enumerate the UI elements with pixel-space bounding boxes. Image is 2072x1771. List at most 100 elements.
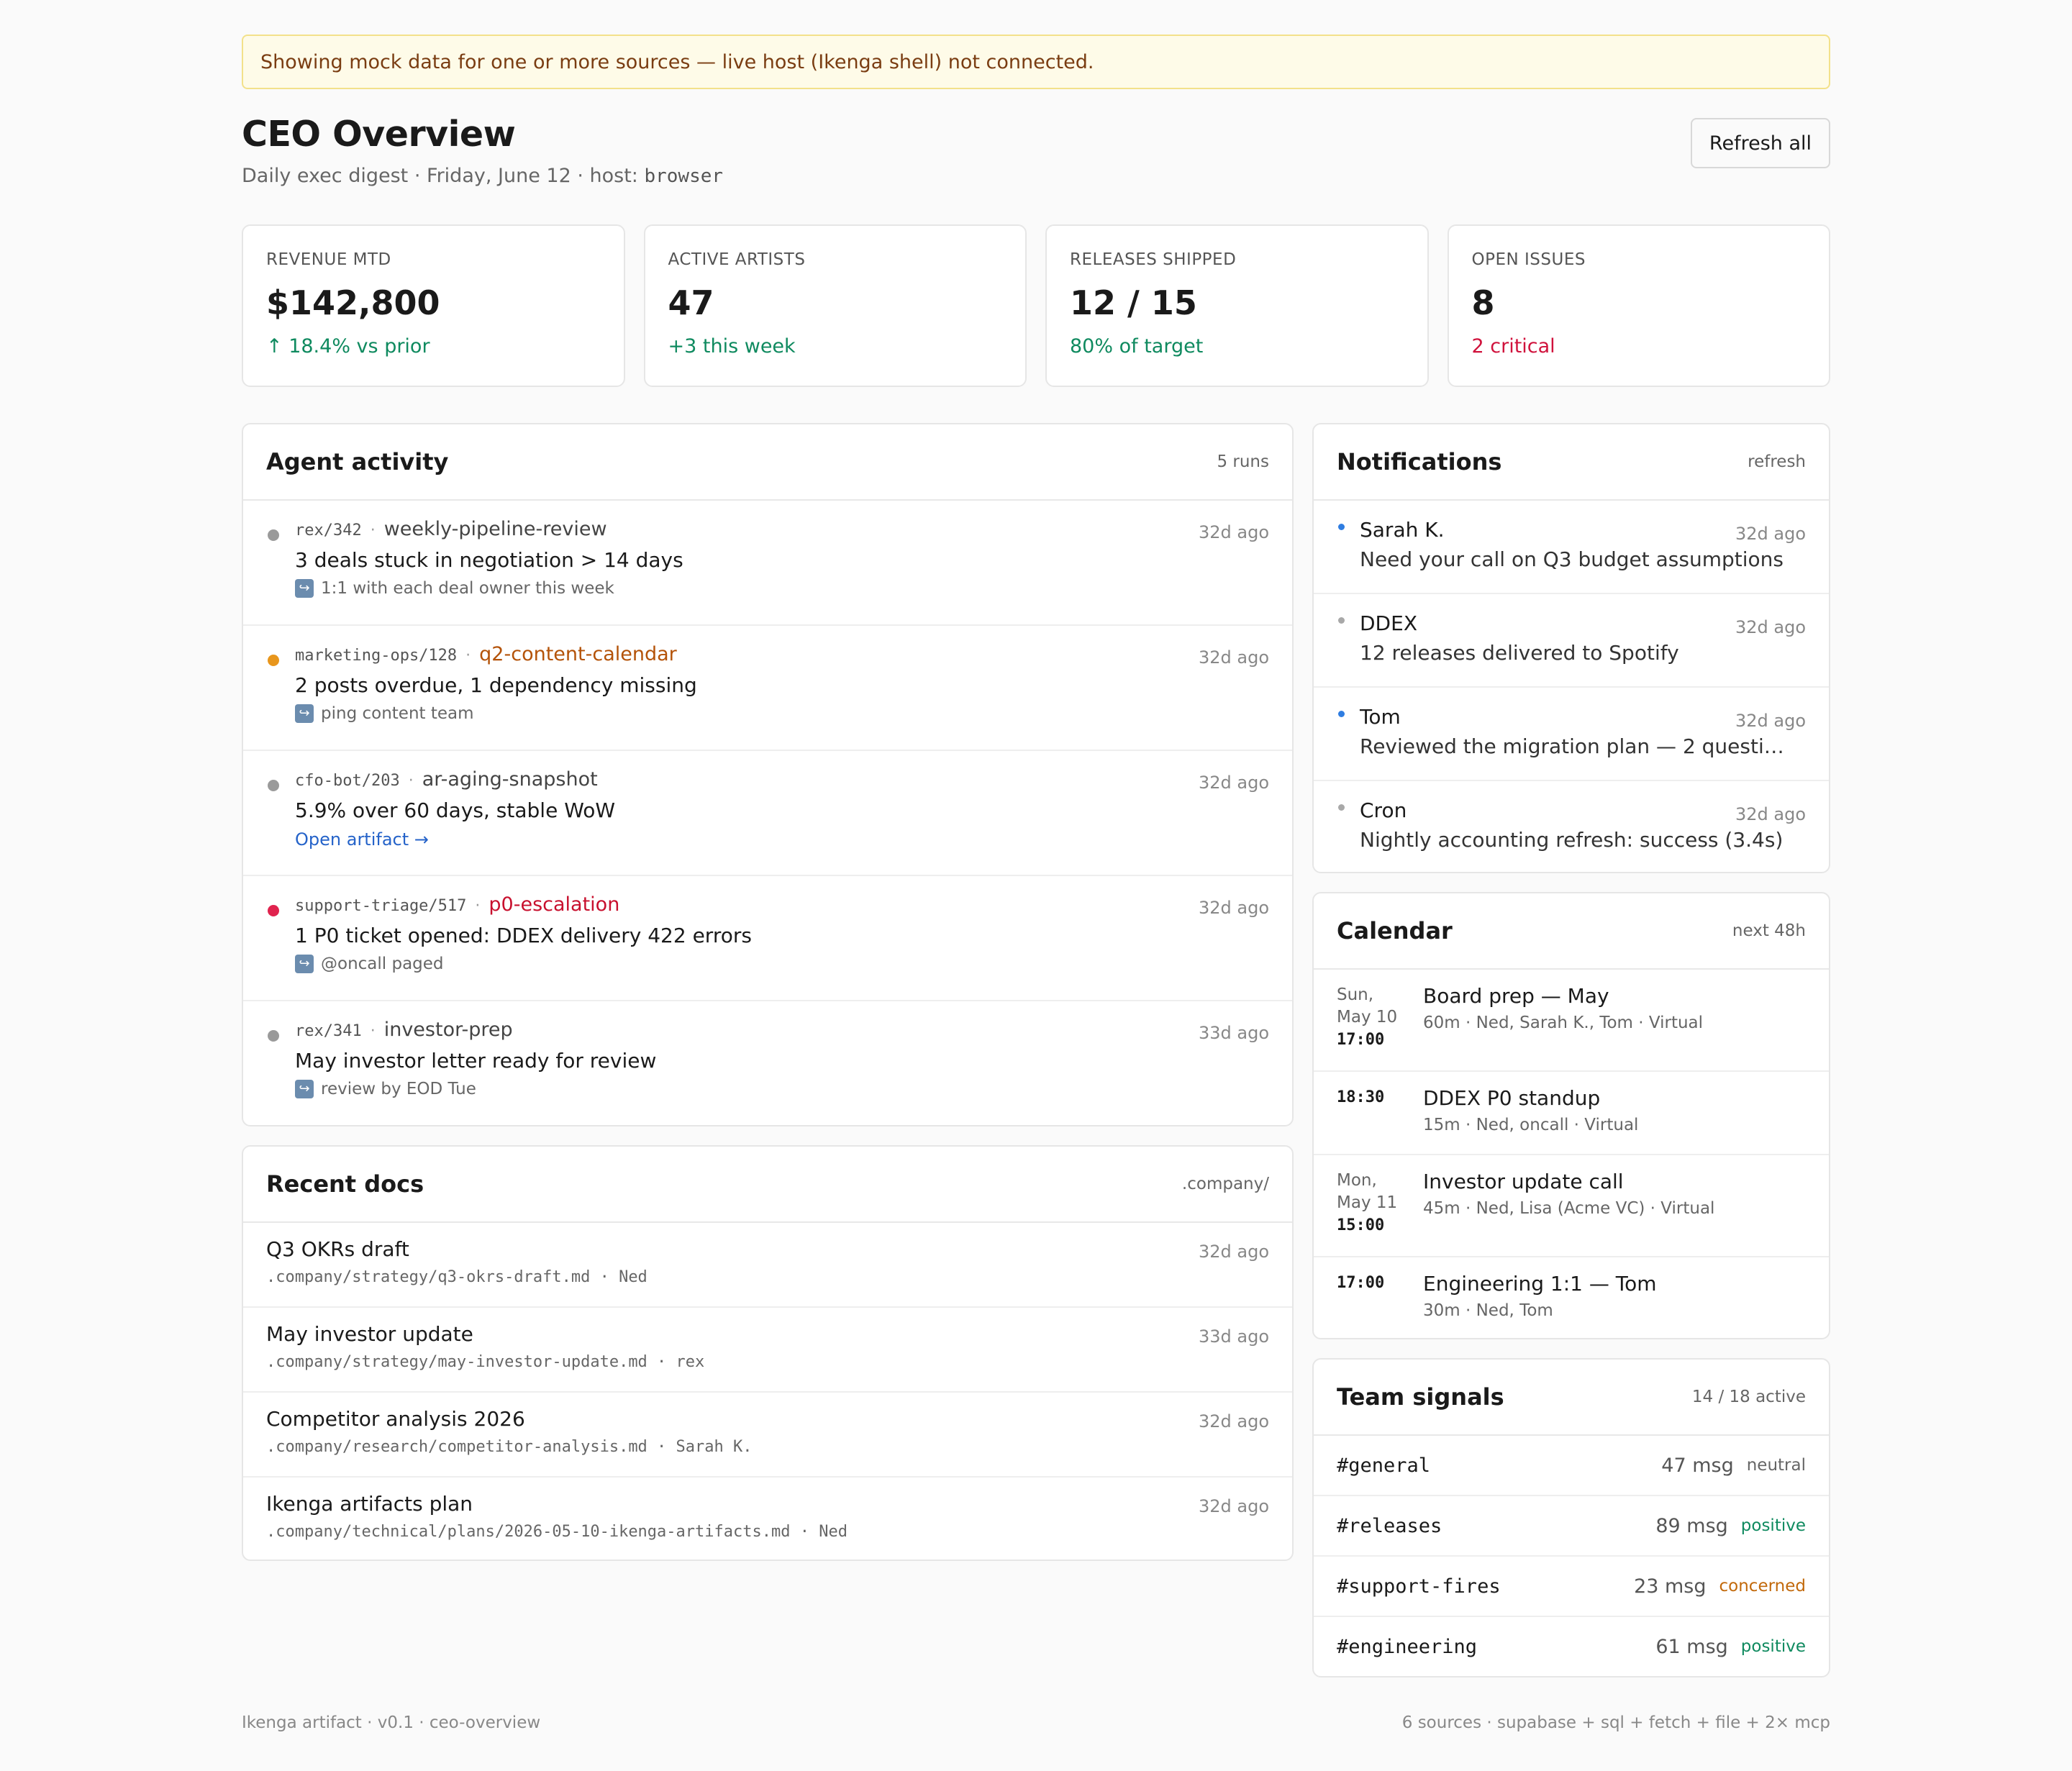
card-header: Calendar next 48h [1314,893,1829,970]
channel-name: #support-fires [1337,1575,1501,1598]
doc-title: May investor update [266,1322,473,1346]
status-dot [268,655,279,666]
agent-id: marketing-ops/128 [295,647,458,665]
status-dot [268,905,279,916]
followup-text: review by EOD Tue [321,1080,476,1098]
stat-value: 12 / 15 [1070,283,1197,322]
banner-text: Showing mock data for one or more source… [260,50,1094,73]
calendar-event[interactable]: 18:30 DDEX P0 standup 15m · Ned, oncall … [1314,1072,1829,1155]
event-details: 60m · Ned, Sarah K., Tom · Virtual [1423,1014,1704,1032]
agent-run[interactable]: rex/341 · investor-prep 33d ago May invest… [243,1001,1292,1125]
notification-item[interactable]: Tom Reviewed the migration plan — 2 ques… [1314,688,1829,781]
active-count: 14 / 18 active [1691,1388,1806,1406]
recent-docs-card: Recent docs .company/ Q3 OKRs draft .com… [242,1145,1294,1561]
status-dot [268,1030,279,1042]
sentiment-label: positive [1740,1637,1806,1656]
notification-time: 32d ago [1735,711,1806,731]
channel-row[interactable]: #engineering 61 msg positive [1314,1617,1829,1676]
task-name: q2-content-calendar [479,643,677,665]
doc-path: .company/strategy/q3-okrs-draft.md · Ned [266,1268,648,1286]
event-day: Sun, [1337,985,1374,1004]
doc-path: .company/technical/plans/2026-05-10-iken… [266,1523,848,1541]
notification-time: 32d ago [1735,524,1806,544]
doc-item[interactable]: Q3 OKRs draft .company/strategy/q3-okrs-… [243,1223,1292,1308]
followup-text: ping content team [321,704,474,723]
task-name: investor-prep [383,1019,513,1041]
notification-item[interactable]: Cron Nightly accounting refresh: success… [1314,781,1829,872]
channel-row[interactable]: #general 47 msg neutral [1314,1436,1829,1496]
notification-text: Reviewed the migration plan — 2 question… [1360,734,1794,758]
open-artifact-link[interactable]: Open artifact → [295,829,429,850]
notification-item[interactable]: Sarah K. Need your call on Q3 budget ass… [1314,501,1829,594]
agent-id: rex/341 [295,1022,362,1040]
page-footer: Ikenga artifact · v0.1 · ceo-overview 6 … [242,1713,1830,1732]
run-summary: 5.9% over 60 days, stable WoW [295,798,616,822]
agent-run[interactable]: marketing-ops/128 · q2-content-calendar 32… [243,626,1292,751]
agent-id: cfo-bot/203 [295,772,400,790]
channel-name: #engineering [1337,1635,1478,1658]
agent-run[interactable]: support-triage/517 · p0-escalation 32d ago… [243,876,1292,1001]
doc-item[interactable]: May investor update .company/strategy/ma… [243,1308,1292,1393]
event-when: 17:00 [1337,1272,1416,1294]
card-title: Agent activity [266,448,449,475]
page-subtitle: Daily exec digest · Friday, June 12 · ho… [242,165,1830,187]
status-dot [268,780,279,791]
message-count: 61 msg [1655,1635,1728,1658]
stat-label: REVENUE MTD [266,250,391,269]
card-header: Notifications refresh [1314,424,1829,501]
doc-item[interactable]: Competitor analysis 2026 .company/resear… [243,1393,1292,1478]
status-dot [268,529,279,541]
event-time: 18:30 [1337,1088,1385,1106]
read-dot [1338,617,1345,624]
run-followup: ↪ review by EOD Tue [295,1080,1269,1098]
return-arrow-icon: ↪ [295,579,314,598]
unread-dot [1338,524,1345,530]
run-time: 32d ago [1198,773,1269,793]
sentiment-label: concerned [1719,1577,1806,1595]
footer-sources: 6 sources · supabase + sql + fetch + fil… [1401,1713,1830,1732]
event-when: Mon, May 11 15:00 [1337,1170,1416,1237]
notifications-refresh-link[interactable]: refresh [1748,452,1806,471]
run-followup: ↪ 1:1 with each deal owner this week [295,579,1269,598]
event-title: Engineering 1:1 — Tom [1423,1272,1657,1296]
notifications-card: Notifications refresh Sarah K. Need your… [1312,423,1830,873]
event-when: Sun, May 10 17:00 [1337,984,1416,1051]
channel-row[interactable]: #support-fires 23 msg concerned [1314,1557,1829,1617]
channel-row[interactable]: #releases 89 msg positive [1314,1496,1829,1557]
stat-delta: ↑ 18.4% vs prior [266,335,430,358]
run-time: 32d ago [1198,647,1269,668]
doc-path: .company/strategy/may-investor-update.md… [266,1353,705,1371]
agent-run[interactable]: rex/342 · weekly-pipeline-review 32d ago 3… [243,501,1292,626]
event-title: DDEX P0 standup [1423,1086,1601,1110]
run-followup: ↪ @oncall paged [295,955,1269,973]
stat-delta: 2 critical [1471,335,1555,358]
event-title: Investor update call [1423,1170,1624,1193]
agent-run[interactable]: cfo-bot/203 · ar-aging-snapshot 32d ago 5.… [243,751,1292,876]
message-count: 89 msg [1655,1514,1728,1537]
page-title: CEO Overview [242,114,516,155]
doc-time: 32d ago [1198,1411,1269,1431]
run-time: 32d ago [1198,898,1269,918]
event-date: May 11 [1337,1193,1398,1212]
agent-id: support-triage/517 [295,897,467,915]
card-title: Calendar [1337,917,1453,944]
event-when: 18:30 [1337,1086,1416,1108]
stat-label: OPEN ISSUES [1471,250,1586,269]
card-title: Notifications [1337,448,1502,475]
doc-title: Ikenga artifacts plan [266,1492,473,1516]
card-header: Agent activity 5 runs [243,424,1292,501]
team-signals-card: Team signals 14 / 18 active #general 47 … [1312,1358,1830,1677]
doc-time: 33d ago [1198,1326,1269,1347]
calendar-event[interactable]: Sun, May 10 17:00 Board prep — May 60m ·… [1314,970,1829,1072]
calendar-event[interactable]: Mon, May 11 15:00 Investor update call 4… [1314,1155,1829,1257]
calendar-event[interactable]: 17:00 Engineering 1:1 — Tom 30m · Ned, T… [1314,1257,1829,1338]
refresh-all-button[interactable]: Refresh all [1690,118,1830,168]
followup-text: 1:1 with each deal owner this week [321,579,614,598]
page-header: CEO Overview Daily exec digest · Friday,… [242,114,1830,200]
return-arrow-icon: ↪ [295,955,314,973]
docs-root: .company/ [1181,1175,1269,1193]
read-dot [1338,804,1345,811]
notification-item[interactable]: DDEX 12 releases delivered to Spotify 32… [1314,594,1829,688]
notification-text: Nightly accounting refresh: success (3.4… [1360,828,1784,852]
doc-item[interactable]: Ikenga artifacts plan .company/technical… [243,1478,1292,1560]
